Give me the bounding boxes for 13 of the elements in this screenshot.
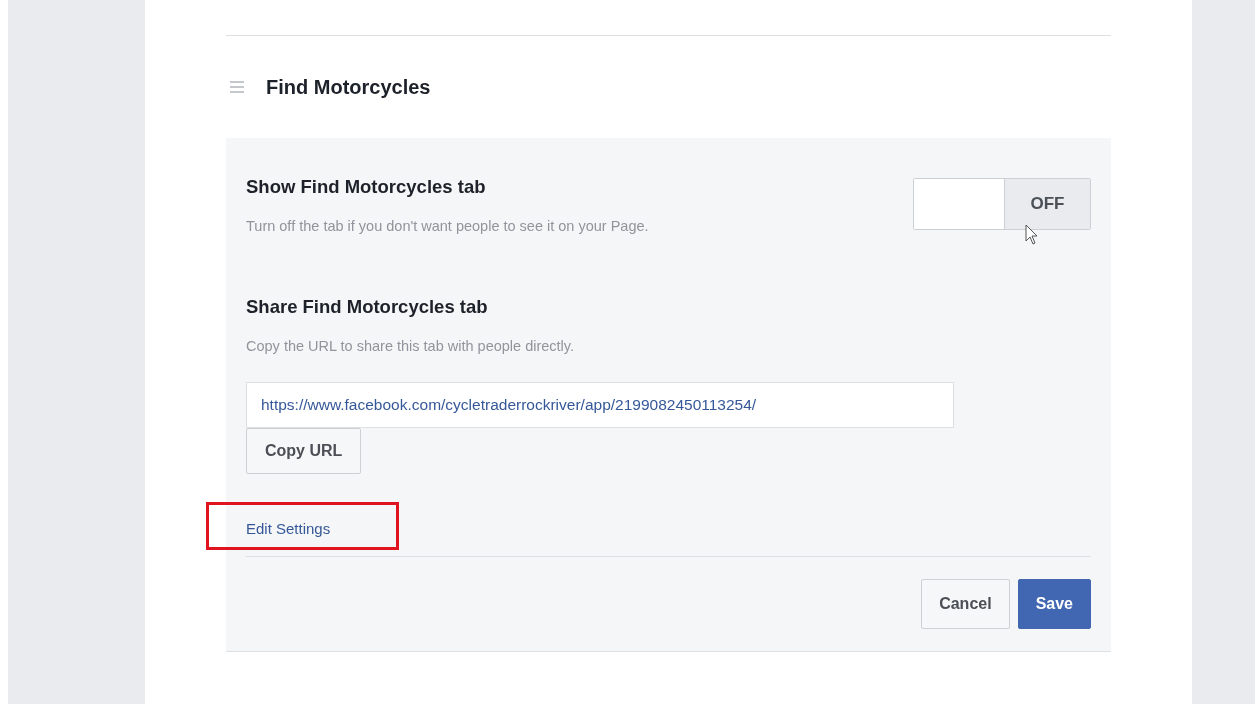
setting-description: Turn off the tab if you don't want people to see it on your Page. bbox=[246, 218, 649, 234]
setting-description: Copy the URL to share this tab with people directly. bbox=[246, 338, 576, 354]
cancel-button[interactable]: Cancel bbox=[921, 579, 1010, 629]
section-title: Find Motorcycles bbox=[266, 75, 431, 99]
setting-heading: Show Find Motorcycles tab bbox=[246, 176, 487, 198]
edit-settings-link[interactable]: Edit Settings bbox=[246, 520, 331, 537]
menu-icon[interactable] bbox=[230, 81, 244, 93]
save-button[interactable]: Save bbox=[1017, 579, 1091, 629]
toggle-switch[interactable]: OFF bbox=[913, 178, 1091, 230]
copy-url-button[interactable]: Copy URL bbox=[246, 428, 362, 474]
url-field[interactable]: https://www.facebook.com/cycletraderrockriver/app/2199082450113254/ bbox=[246, 382, 954, 428]
cursor-icon bbox=[1025, 224, 1039, 246]
setting-heading: Share Find Motorcycles tab bbox=[246, 296, 489, 318]
